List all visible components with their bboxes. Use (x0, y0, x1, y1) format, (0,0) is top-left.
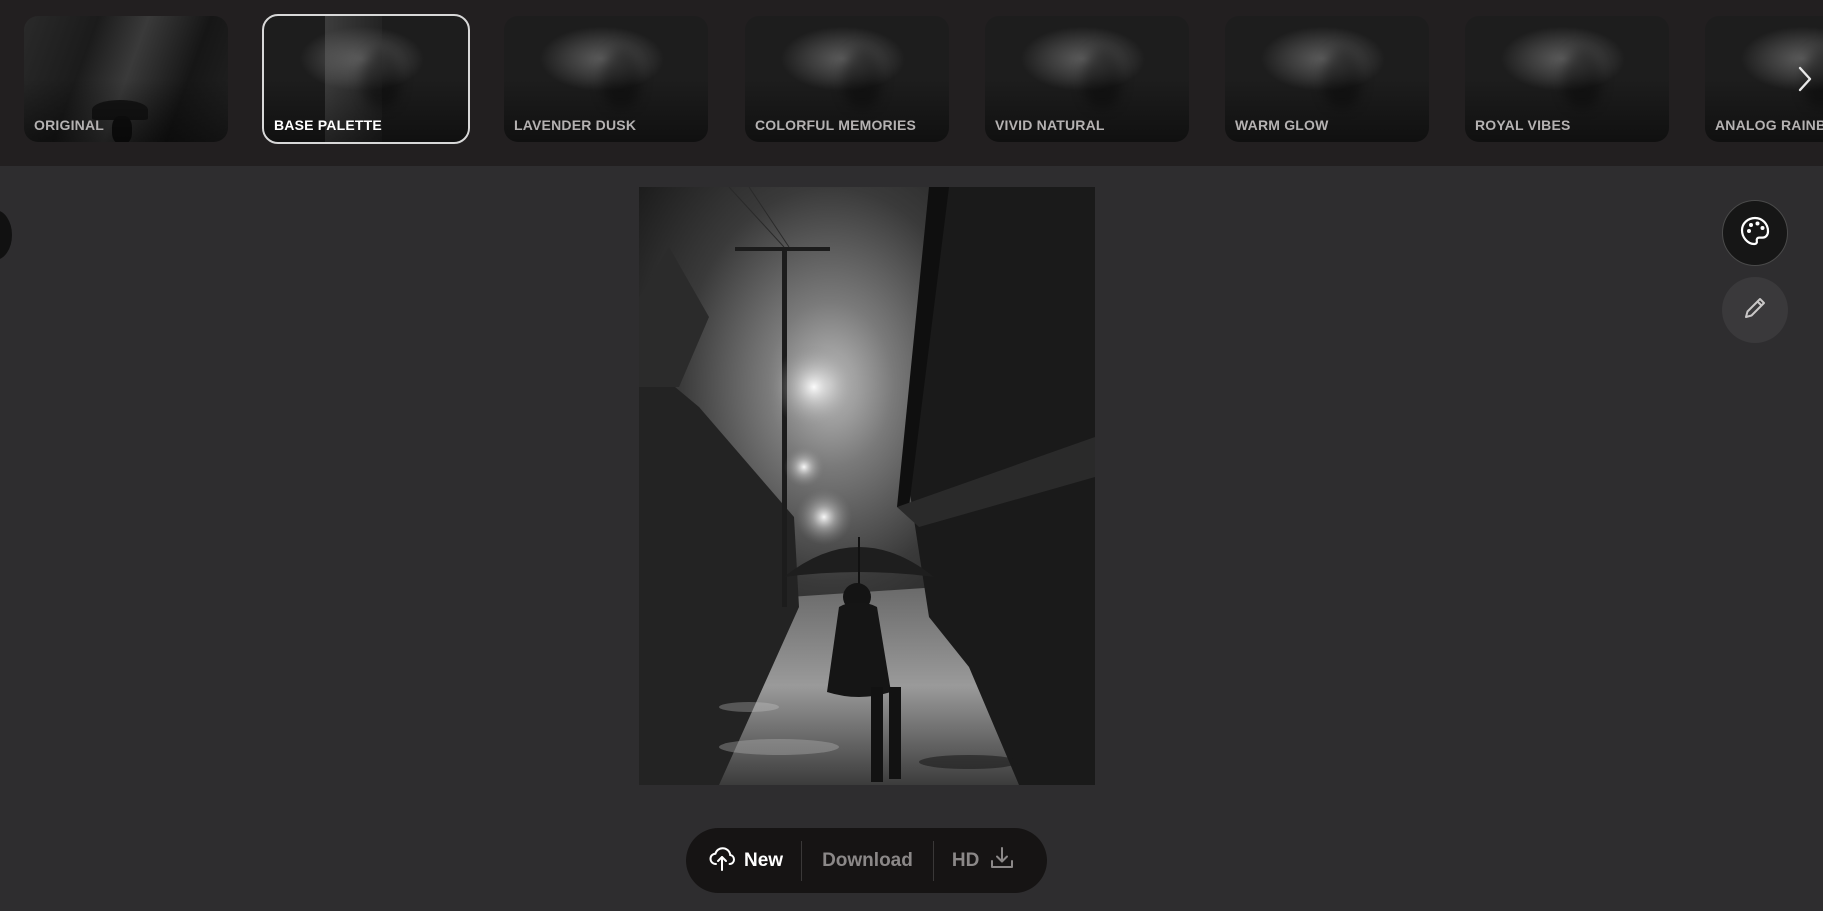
hd-label: HD (951, 849, 980, 871)
filter-label: ROYAL VIBES (1475, 117, 1571, 133)
cloud-upload-icon (708, 844, 736, 878)
chevron-right-icon[interactable] (1793, 63, 1817, 95)
filter-card-vivid-natural[interactable]: VIVID NATURAL (985, 16, 1189, 142)
download-icon (989, 845, 1015, 877)
filter-card-base-palette[interactable]: BASE PALETTE (262, 14, 470, 144)
filter-card-warm-glow[interactable]: WARM GLOW (1225, 16, 1429, 142)
previous-image-button[interactable] (0, 210, 12, 260)
filter-label: BASE PALETTE (274, 117, 382, 133)
palette-button[interactable] (1722, 200, 1788, 266)
pencil-icon (1741, 294, 1769, 327)
filter-card-royal-vibes[interactable]: ROYAL VIBES (1465, 16, 1669, 142)
filter-label: WARM GLOW (1235, 117, 1329, 133)
action-bar: New Download HD (686, 828, 1047, 893)
filter-label: ORIGINAL (34, 117, 105, 133)
filter-label: COLORFUL MEMORIES (755, 117, 917, 133)
download-button[interactable]: Download (802, 828, 933, 893)
filter-strip: ORIGINAL BASE PALETTE LAVENDER DUSK COLO… (0, 0, 1823, 166)
download-label: Download (822, 849, 913, 871)
palette-icon (1739, 215, 1771, 252)
main-photo (639, 187, 1095, 785)
filter-card-colorful-memories[interactable]: COLORFUL MEMORIES (745, 16, 949, 142)
filter-label: VIVID NATURAL (995, 117, 1105, 133)
new-button[interactable]: New (708, 828, 801, 893)
filter-label: LAVENDER DUSK (514, 117, 637, 133)
hd-download-button[interactable]: HD (934, 828, 1015, 893)
filter-label: ANALOG RAINBO (1715, 117, 1823, 133)
new-label: New (744, 849, 784, 871)
filter-card-lavender-dusk[interactable]: LAVENDER DUSK (504, 16, 708, 142)
filter-card-original[interactable]: ORIGINAL (24, 16, 228, 142)
edit-button[interactable] (1722, 277, 1788, 343)
